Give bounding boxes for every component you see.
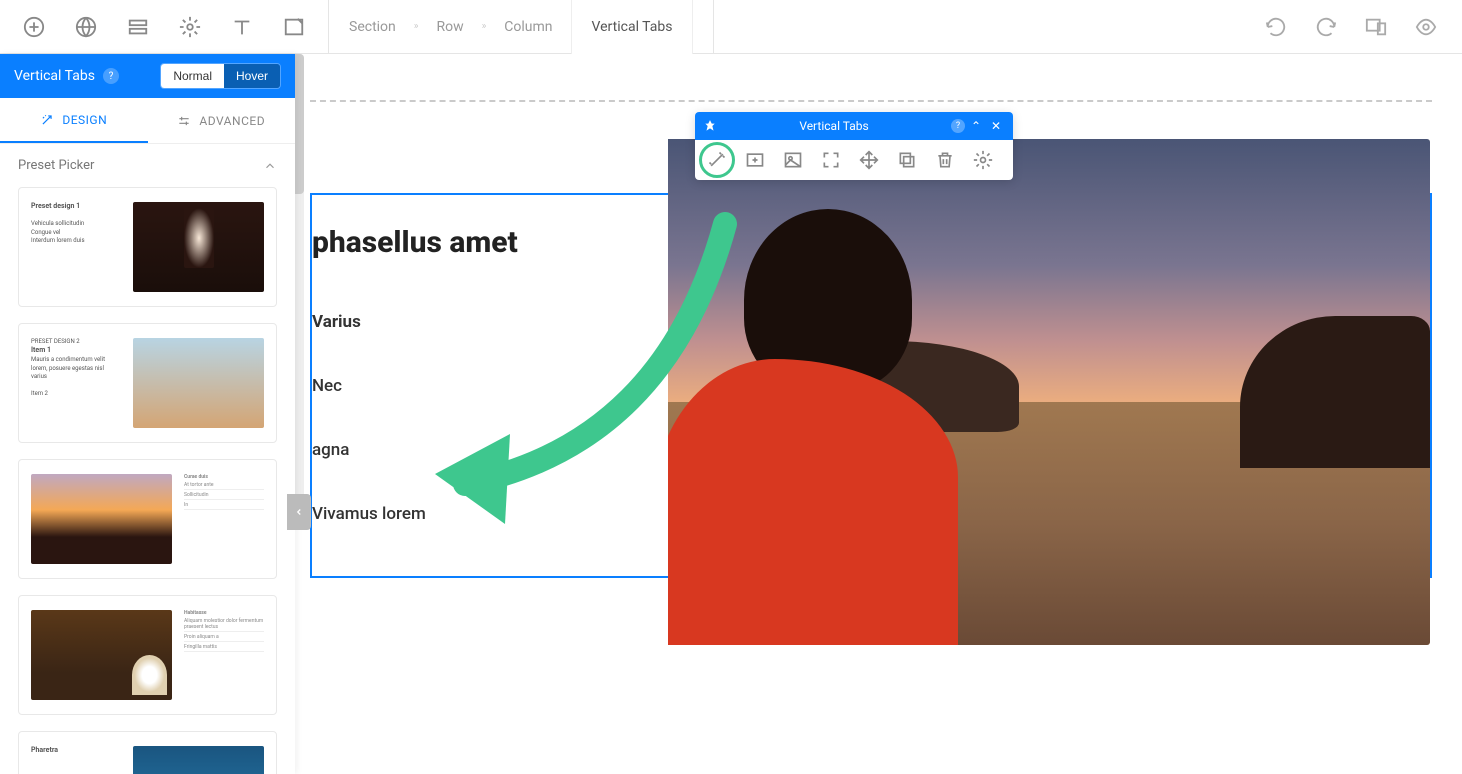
settings-icon[interactable] (164, 0, 216, 54)
breadcrumb-sep-icon: » (414, 21, 419, 32)
tab-design[interactable]: DESIGN (0, 98, 148, 143)
breadcrumb: Section » Row » Column Vertical Tabs (328, 0, 714, 54)
state-hover-button[interactable]: Hover (224, 64, 280, 88)
element-toolbar: Vertical Tabs ? ⌃ ✕ (695, 112, 1013, 180)
delete-icon[interactable] (933, 148, 957, 172)
panel-header: Vertical Tabs ? Normal Hover (0, 54, 295, 98)
element-toolbar-header[interactable]: Vertical Tabs ? ⌃ ✕ (695, 112, 1013, 140)
collapse-icon[interactable]: ⌃ (971, 119, 985, 133)
preset-text: PRESET DESIGN 2 Item 1 Mauris a condimen… (31, 338, 121, 428)
magic-wand-icon[interactable] (705, 148, 729, 172)
preset-text: Habitasse Aliquam molestior dolor fermen… (184, 610, 264, 700)
preset-item-1[interactable]: Preset design 1 Vehicula sollicitudin Co… (18, 187, 277, 307)
tab-list: Varius Nec agna Vivamus lorem (312, 290, 518, 546)
move-icon[interactable] (857, 148, 881, 172)
hero-image (668, 139, 1430, 645)
panel-title: Vertical Tabs (14, 68, 95, 84)
undo-icon[interactable] (1260, 11, 1292, 43)
preset-thumbnail (31, 474, 172, 564)
add-icon[interactable] (8, 0, 60, 54)
breadcrumb-row[interactable]: Row (436, 19, 463, 35)
help-icon[interactable]: ? (103, 68, 119, 84)
collapse-panel-button[interactable] (287, 494, 311, 530)
preset-thumbnail (133, 202, 264, 292)
magic-wand-icon (40, 113, 54, 127)
preset-text: Preset design 1 Vehicula sollicitudin Co… (31, 202, 121, 292)
tab-design-label: DESIGN (62, 113, 107, 127)
canvas: Vertical Tabs ? ⌃ ✕ phasellus amet Variu… (310, 54, 1462, 774)
text-icon[interactable] (216, 0, 268, 54)
section-title: Preset Picker (18, 158, 94, 173)
breadcrumb-current[interactable]: Vertical Tabs (571, 0, 694, 54)
state-toggle: Normal Hover (160, 63, 281, 89)
globe-icon[interactable] (60, 0, 112, 54)
preset-thumbnail (133, 746, 264, 774)
chevron-up-icon (263, 159, 277, 173)
tab-item[interactable]: Varius (312, 290, 518, 354)
vertical-tabs-element[interactable]: phasellus amet Varius Nec agna Vivamus l… (310, 193, 1432, 578)
top-right-icon-group (1260, 11, 1462, 43)
tab-advanced-label: ADVANCED (199, 114, 265, 128)
top-toolbar: Section » Row » Column Vertical Tabs (0, 0, 1462, 54)
duplicate-icon[interactable] (895, 148, 919, 172)
preset-grid: Preset design 1 Vehicula sollicitudin Co… (0, 187, 295, 774)
section-boundary (310, 100, 1432, 102)
preset-item-4[interactable]: Habitasse Aliquam molestior dolor fermen… (18, 595, 277, 715)
fullscreen-icon[interactable] (819, 148, 843, 172)
image-person (668, 200, 958, 645)
breadcrumb-column[interactable]: Column (504, 19, 552, 35)
help-icon[interactable]: ? (951, 119, 965, 133)
preset-text: Curae duis At tortor ante Sollicitudin I… (184, 474, 264, 564)
element-toolbar-title: Vertical Tabs (723, 119, 945, 133)
image-icon[interactable] (781, 148, 805, 172)
preset-text: Pharetra (31, 746, 121, 774)
breadcrumb-section[interactable]: Section (349, 19, 396, 35)
state-normal-button[interactable]: Normal (161, 64, 224, 88)
preset-item-2[interactable]: PRESET DESIGN 2 Item 1 Mauris a condimen… (18, 323, 277, 443)
panel-tabs: DESIGN ADVANCED (0, 98, 295, 144)
preset-thumbnail (133, 338, 264, 428)
close-icon[interactable]: ✕ (991, 119, 1005, 133)
element-toolbar-actions (695, 140, 1013, 180)
embed-icon[interactable] (268, 0, 320, 54)
layout-icon[interactable] (112, 0, 164, 54)
pin-icon[interactable] (703, 119, 717, 133)
section-preset-picker[interactable]: Preset Picker (0, 144, 295, 187)
tabs-text-column: phasellus amet Varius Nec agna Vivamus l… (312, 195, 518, 576)
left-panel: Vertical Tabs ? Normal Hover DESIGN ADVA… (0, 54, 295, 774)
redo-icon[interactable] (1310, 11, 1342, 43)
add-section-icon[interactable] (743, 148, 767, 172)
tabs-heading: phasellus amet (312, 225, 518, 260)
top-left-icon-group (0, 0, 328, 54)
preset-item-3[interactable]: Curae duis At tortor ante Sollicitudin I… (18, 459, 277, 579)
tab-item[interactable]: agna (312, 418, 518, 482)
chevron-left-icon (294, 507, 304, 517)
tab-item[interactable]: Nec (312, 354, 518, 418)
tab-advanced[interactable]: ADVANCED (148, 98, 296, 143)
settings-icon[interactable] (971, 148, 995, 172)
preset-thumbnail (31, 610, 172, 700)
panel-body[interactable]: Preset Picker Preset design 1 Vehicula s… (0, 144, 295, 774)
preview-icon[interactable] (1410, 11, 1442, 43)
preset-item-5[interactable]: Pharetra (18, 731, 277, 774)
breadcrumb-sep-icon: » (482, 21, 487, 32)
devices-icon[interactable] (1360, 11, 1392, 43)
sliders-icon (177, 114, 191, 128)
tab-item[interactable]: Vivamus lorem (312, 482, 518, 546)
